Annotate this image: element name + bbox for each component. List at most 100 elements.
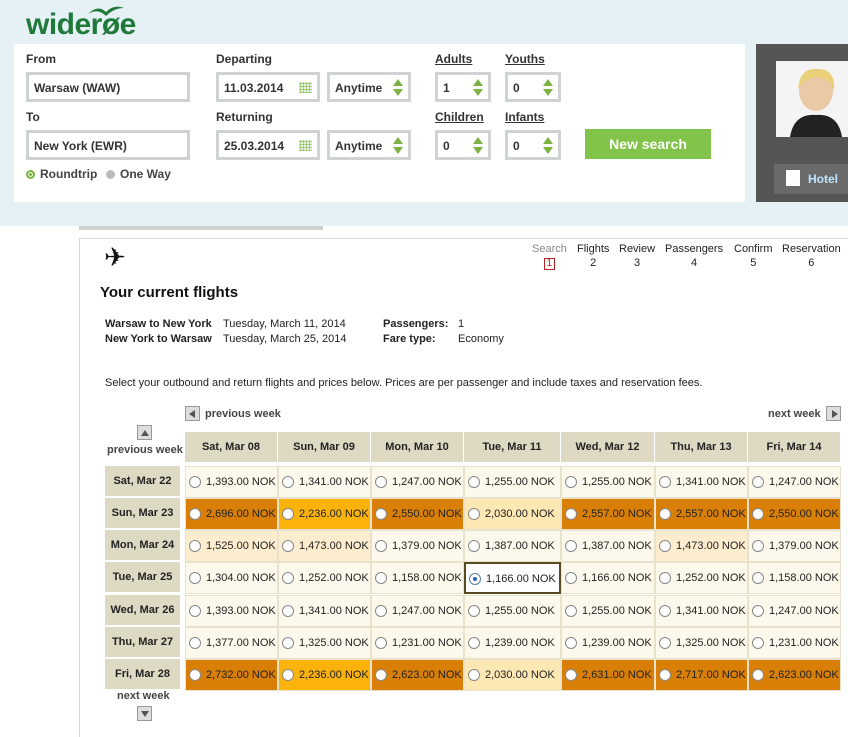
fare-cell[interactable]: 2,030.00 NOK [464, 659, 561, 691]
previous-week-return-link[interactable]: previous week [107, 444, 183, 456]
fare-cell[interactable]: 2,732.00 NOK [185, 659, 278, 691]
previous-week-up-icon[interactable] [137, 425, 152, 440]
fare-cell[interactable]: 2,557.00 NOK [655, 498, 748, 530]
radio-icon[interactable] [565, 508, 577, 520]
radio-icon[interactable] [189, 572, 201, 584]
fare-cell[interactable]: 1,379.00 NOK [371, 530, 464, 562]
radio-icon[interactable] [752, 605, 764, 617]
radio-icon[interactable] [659, 669, 671, 681]
next-week-down-icon[interactable] [137, 706, 152, 721]
fare-cell[interactable]: 1,393.00 NOK [185, 595, 278, 627]
radio-icon[interactable] [189, 669, 201, 681]
radio-icon[interactable] [189, 508, 201, 520]
fare-cell[interactable]: 1,387.00 NOK [464, 530, 561, 562]
fare-cell[interactable]: 2,717.00 NOK [655, 659, 748, 691]
radio-icon[interactable] [375, 508, 387, 520]
radio-icon[interactable] [282, 540, 294, 552]
fare-cell[interactable]: 1,239.00 NOK [561, 627, 655, 659]
infants-select[interactable]: 0 [505, 130, 561, 160]
fare-cell[interactable]: 1,247.00 NOK [748, 595, 841, 627]
radio-icon[interactable] [565, 540, 577, 552]
calendar-icon[interactable] [299, 140, 312, 151]
infants-label[interactable]: Infants [505, 110, 544, 124]
radio-icon[interactable] [282, 508, 294, 520]
fare-cell[interactable]: 2,623.00 NOK [748, 659, 841, 691]
radio-icon[interactable] [752, 669, 764, 681]
radio-icon[interactable] [752, 637, 764, 649]
fare-cell[interactable]: 2,631.00 NOK [561, 659, 655, 691]
fare-cell[interactable]: 2,550.00 NOK [371, 498, 464, 530]
radio-icon[interactable] [565, 669, 577, 681]
radio-icon[interactable] [752, 476, 764, 488]
radio-icon[interactable] [565, 572, 577, 584]
fare-cell[interactable]: 1,393.00 NOK [185, 466, 278, 498]
fare-cell[interactable]: 1,247.00 NOK [371, 595, 464, 627]
departing-time-select[interactable]: Anytime [327, 72, 411, 102]
previous-week-link[interactable]: previous week [205, 408, 281, 420]
radio-icon[interactable] [468, 508, 480, 520]
radio-icon[interactable] [189, 540, 201, 552]
radio-icon[interactable] [565, 605, 577, 617]
radio-icon[interactable] [752, 540, 764, 552]
fare-cell[interactable]: 2,557.00 NOK [561, 498, 655, 530]
hotel-button[interactable]: Hotel [774, 164, 848, 194]
roundtrip-option[interactable]: Roundtrip [26, 167, 97, 181]
calendar-icon[interactable] [299, 82, 312, 93]
radio-icon[interactable] [468, 637, 480, 649]
radio-icon[interactable] [189, 637, 201, 649]
next-week-arrow-icon[interactable] [826, 406, 841, 421]
from-field[interactable]: Warsaw (WAW) [26, 72, 190, 102]
fare-cell[interactable]: 2,696.00 NOK [185, 498, 278, 530]
radio-icon[interactable] [565, 637, 577, 649]
fare-cell[interactable]: 1,473.00 NOK [655, 530, 748, 562]
radio-icon[interactable] [468, 540, 480, 552]
fare-cell[interactable]: 1,255.00 NOK [561, 466, 655, 498]
adults-label[interactable]: Adults [435, 52, 472, 66]
fare-cell[interactable]: 1,304.00 NOK [185, 562, 278, 594]
fare-cell[interactable]: 1,158.00 NOK [371, 562, 464, 594]
returning-date-field[interactable]: 25.03.2014 [216, 130, 320, 160]
fare-cell[interactable]: 1,231.00 NOK [371, 627, 464, 659]
radio-icon[interactable] [659, 605, 671, 617]
fare-cell[interactable]: 2,550.00 NOK [748, 498, 841, 530]
radio-icon[interactable] [375, 669, 387, 681]
next-week-link[interactable]: next week [768, 408, 821, 420]
departing-date-field[interactable]: 11.03.2014 [216, 72, 320, 102]
radio-icon[interactable] [468, 476, 480, 488]
fare-cell[interactable]: 2,030.00 NOK [464, 498, 561, 530]
fare-cell[interactable]: 1,166.00 NOK [464, 562, 561, 594]
radio-icon[interactable] [282, 637, 294, 649]
radio-icon[interactable] [659, 540, 671, 552]
fare-cell[interactable]: 1,473.00 NOK [278, 530, 371, 562]
to-field[interactable]: New York (EWR) [26, 130, 190, 160]
fare-cell[interactable]: 1,239.00 NOK [464, 627, 561, 659]
radio-icon[interactable] [752, 572, 764, 584]
radio-icon[interactable] [659, 476, 671, 488]
fare-cell[interactable]: 1,252.00 NOK [278, 562, 371, 594]
fare-cell[interactable]: 1,341.00 NOK [655, 466, 748, 498]
one-way-option[interactable]: One Way [106, 167, 171, 181]
fare-cell[interactable]: 1,341.00 NOK [655, 595, 748, 627]
radio-icon[interactable] [375, 572, 387, 584]
radio-icon[interactable] [375, 637, 387, 649]
fare-cell[interactable]: 1,247.00 NOK [748, 466, 841, 498]
radio-icon[interactable] [189, 605, 201, 617]
fare-cell[interactable]: 1,247.00 NOK [371, 466, 464, 498]
radio-icon[interactable] [189, 476, 201, 488]
youths-label[interactable]: Youths [505, 52, 545, 66]
radio-icon[interactable] [375, 605, 387, 617]
radio-icon[interactable] [375, 540, 387, 552]
radio-icon[interactable] [375, 476, 387, 488]
children-select[interactable]: 0 [435, 130, 491, 160]
fare-cell[interactable]: 1,377.00 NOK [185, 627, 278, 659]
previous-week-arrow-icon[interactable] [185, 406, 200, 421]
fare-cell[interactable]: 1,379.00 NOK [748, 530, 841, 562]
radio-icon[interactable] [468, 605, 480, 617]
fare-cell[interactable]: 1,255.00 NOK [561, 595, 655, 627]
fare-cell[interactable]: 1,166.00 NOK [561, 562, 655, 594]
radio-icon[interactable] [468, 669, 480, 681]
radio-icon[interactable] [752, 508, 764, 520]
radio-icon[interactable] [282, 476, 294, 488]
fare-cell[interactable]: 2,236.00 NOK [278, 498, 371, 530]
returning-time-select[interactable]: Anytime [327, 130, 411, 160]
